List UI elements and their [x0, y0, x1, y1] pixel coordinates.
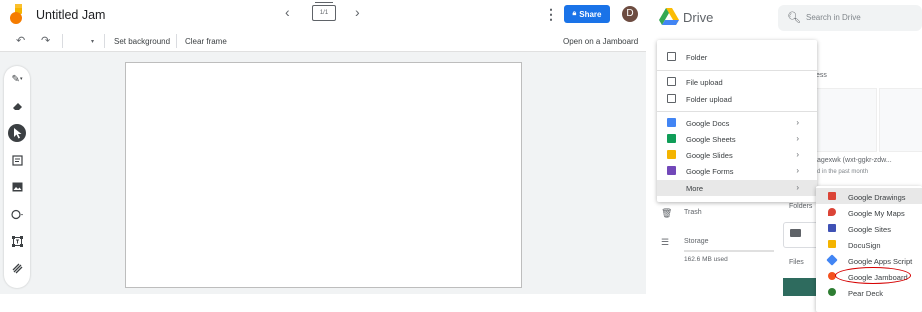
sites-icon: [828, 224, 836, 232]
laser-icon[interactable]: [8, 259, 26, 277]
menu-item-folder[interactable]: Folder: [657, 49, 817, 65]
search-placeholder: Search in Drive: [806, 13, 861, 22]
file-thumbnail: [783, 278, 817, 296]
menu-item-google-slides[interactable]: Google Slides ›: [657, 147, 817, 163]
menu-item-google-docs[interactable]: Google Docs ›: [657, 115, 817, 131]
menu-item-file-upload[interactable]: File upload: [657, 74, 817, 90]
file-thumbnail: [879, 88, 922, 152]
menu-item-google-forms[interactable]: Google Forms ›: [657, 163, 817, 179]
docs-icon: [667, 118, 676, 127]
apps-script-icon: [826, 254, 838, 266]
submenu-item-pear-deck[interactable]: Pear Deck: [816, 284, 922, 300]
jam-canvas[interactable]: [125, 62, 522, 288]
folder-upload-icon: [667, 94, 676, 103]
circle-icon[interactable]: [8, 205, 26, 223]
lock-icon: 🔒︎: [572, 10, 577, 17]
frame-bar-button[interactable]: 1/1: [312, 2, 336, 21]
pear-deck-icon: [828, 288, 836, 296]
tool-palette: ✎ ▾: [4, 66, 30, 288]
toolbar-divider: [62, 34, 63, 48]
file-modified: d in the past month: [817, 169, 869, 175]
slides-icon: [667, 150, 676, 159]
jam-title[interactable]: Untitled Jam: [36, 8, 105, 22]
share-button[interactable]: 🔒︎ Share: [564, 5, 610, 23]
eraser-icon[interactable]: [8, 97, 26, 115]
menu-divider: [657, 70, 817, 71]
search-input[interactable]: 🔍︎ Search in Drive: [778, 5, 922, 31]
folder-icon: [790, 229, 801, 237]
prev-frame-icon[interactable]: ‹: [285, 4, 290, 20]
text-box-icon[interactable]: [8, 232, 26, 250]
sticky-note-icon[interactable]: [8, 151, 26, 169]
pen-icon[interactable]: ✎ ▾: [8, 70, 26, 88]
chevron-right-icon: ›: [796, 150, 799, 159]
bg-section-label: ess: [816, 72, 827, 79]
undo-icon[interactable]: ↶: [16, 34, 25, 47]
chevron-right-icon: ›: [796, 183, 799, 192]
clear-frame-button[interactable]: Clear frame: [185, 37, 227, 46]
image-icon[interactable]: [8, 178, 26, 196]
jamboard-window: Untitled Jam ‹ 1/1 › ⋮ 🔒︎ Share D ↶ ↷ ▾ …: [0, 0, 646, 312]
file-name: agexwk (wxt-ggkr-zdw...: [817, 157, 892, 164]
toolbar-divider: [176, 34, 177, 48]
file-thumbnail: [815, 88, 877, 152]
menu-item-google-sheets[interactable]: Google Sheets ›: [657, 131, 817, 147]
storage-icon: ☰: [661, 237, 670, 247]
storage-label: Storage: [684, 238, 709, 245]
drive-window: Drive 🔍︎ Search in Drive ▾ ess agexwk (w…: [653, 0, 922, 312]
drawings-icon: [828, 192, 836, 200]
submenu-item-docusign[interactable]: DocuSign: [816, 236, 922, 252]
trash-icon[interactable]: 🗑︎: [661, 208, 672, 219]
submenu-item-google-apps-script[interactable]: Google Apps Script: [816, 252, 922, 268]
frame-counter: 1/1: [319, 10, 329, 16]
redo-icon[interactable]: ↷: [41, 34, 50, 47]
submenu-item-google-sites[interactable]: Google Sites: [816, 220, 922, 236]
search-icon[interactable]: 🔍︎: [787, 11, 801, 24]
chevron-right-icon: ›: [796, 134, 799, 143]
chevron-right-icon: ›: [796, 166, 799, 175]
avatar[interactable]: D: [622, 6, 638, 22]
open-on-jamboard-button[interactable]: Open on a Jamboard: [563, 37, 638, 46]
toolbar-divider: [104, 34, 105, 48]
jamboard-logo: [10, 4, 22, 24]
my-maps-icon: [828, 208, 836, 216]
sheets-icon: [667, 134, 676, 143]
jamboard-topbar: Untitled Jam ‹ 1/1 › ⋮ 🔒︎ Share D: [0, 0, 646, 30]
drive-logo: [659, 8, 679, 25]
submenu-item-google-my-maps[interactable]: Google My Maps: [816, 204, 922, 220]
more-options-icon[interactable]: ⋮: [544, 6, 558, 23]
storage-bar: [684, 250, 774, 252]
drive-title: Drive: [683, 10, 714, 25]
forms-icon: [667, 166, 676, 175]
trash-link[interactable]: Trash: [684, 209, 702, 216]
docusign-icon: [828, 240, 836, 248]
menu-item-more[interactable]: More ›: [657, 180, 817, 196]
new-menu: Folder File upload Folder upload Google …: [657, 40, 817, 202]
set-background-button[interactable]: Set background: [114, 37, 170, 46]
files-heading: Files: [789, 259, 804, 266]
storage-used: 162.6 MB used: [684, 256, 728, 263]
file-upload-icon: [667, 77, 676, 86]
folders-heading: Folders: [789, 203, 813, 210]
share-label: Share: [579, 9, 602, 19]
jamboard-toolbar: ↶ ↷ ▾ Set background Clear frame Open on…: [0, 30, 646, 77]
folder-icon: [667, 52, 676, 61]
menu-divider: [657, 111, 817, 112]
more-submenu: Google Drawings Google My Maps Google Si…: [816, 186, 922, 312]
select-icon[interactable]: [8, 124, 26, 142]
menu-item-folder-upload[interactable]: Folder upload: [657, 91, 817, 107]
chevron-right-icon: ›: [796, 118, 799, 127]
highlight-ellipse: [835, 267, 911, 284]
submenu-item-google-drawings[interactable]: Google Drawings: [816, 188, 922, 204]
next-frame-icon[interactable]: ›: [355, 4, 360, 20]
zoom-dropdown-icon[interactable]: ▾: [91, 38, 94, 45]
